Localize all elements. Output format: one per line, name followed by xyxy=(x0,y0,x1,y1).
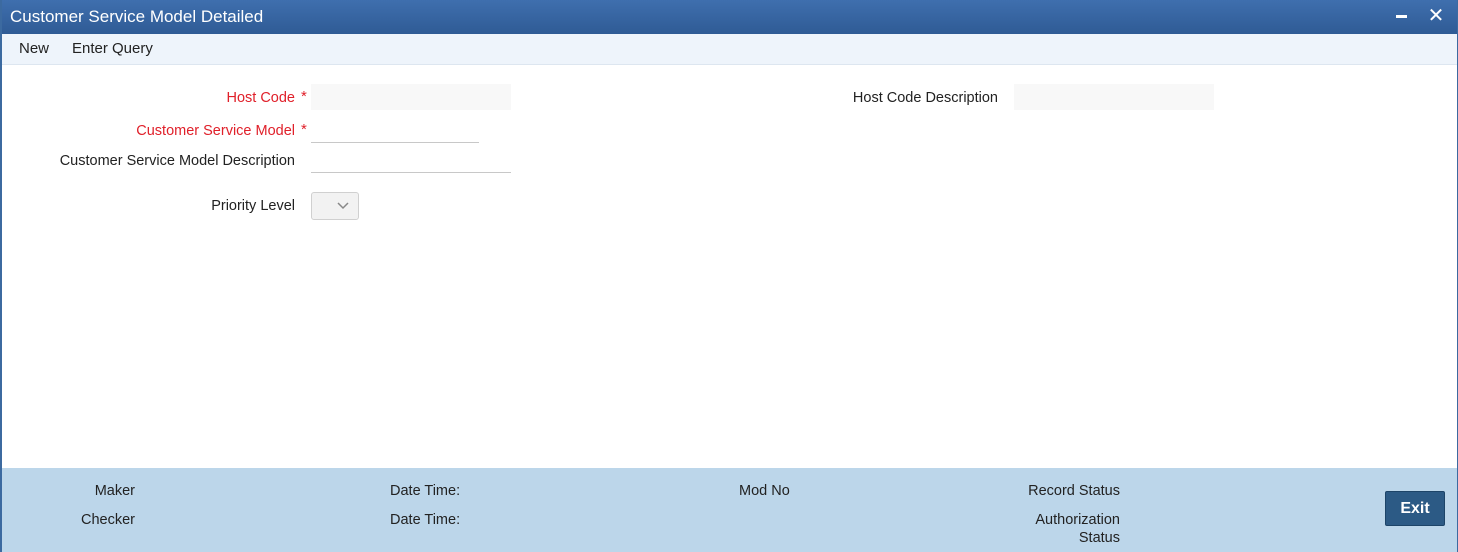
customer-service-model-label: Customer Service Model xyxy=(136,123,295,139)
host-code-input[interactable] xyxy=(311,84,511,110)
checker-label: Checker xyxy=(81,512,135,528)
priority-level-label: Priority Level xyxy=(211,198,295,214)
host-code-label: Host Code xyxy=(226,90,295,106)
minimize-button[interactable] xyxy=(1391,5,1413,27)
host-code-description-input[interactable] xyxy=(1014,84,1214,110)
exit-button[interactable]: Exit xyxy=(1385,491,1445,526)
priority-level-select[interactable] xyxy=(311,192,359,220)
minimize-icon xyxy=(1396,15,1407,18)
enter-query-button[interactable]: Enter Query xyxy=(72,40,153,57)
host-code-required-marker: * xyxy=(301,88,307,105)
customer-service-model-input[interactable] xyxy=(311,117,479,143)
customer-service-model-description-label: Customer Service Model Description xyxy=(59,153,295,169)
host-code-description-label: Host Code Description xyxy=(852,90,998,106)
close-button[interactable]: ✕ xyxy=(1425,5,1447,27)
maker-label: Maker xyxy=(94,483,135,499)
chevron-down-icon xyxy=(337,202,349,210)
mod-no-label: Mod No xyxy=(739,483,790,499)
window-title: Customer Service Model Detailed xyxy=(10,7,264,26)
customer-service-model-required-marker: * xyxy=(301,121,307,138)
maker-date-time-label: Date Time: xyxy=(390,483,461,499)
authorization-label: Authorization xyxy=(1035,512,1120,528)
authorization-status-label: Status xyxy=(1078,530,1120,546)
customer-service-model-description-input[interactable] xyxy=(311,147,511,173)
audit-footer: Maker Checker Date Time: Date Time: Mod … xyxy=(2,468,1457,552)
new-button[interactable]: New xyxy=(19,40,49,57)
window: Customer Service Model Detailed ✕ New En… xyxy=(0,0,1458,552)
record-status-label: Record Status xyxy=(1028,483,1120,499)
toolbar: New Enter Query xyxy=(2,34,1457,65)
title-bar: Customer Service Model Detailed ✕ xyxy=(2,0,1457,34)
checker-date-time-label: Date Time: xyxy=(390,512,461,528)
